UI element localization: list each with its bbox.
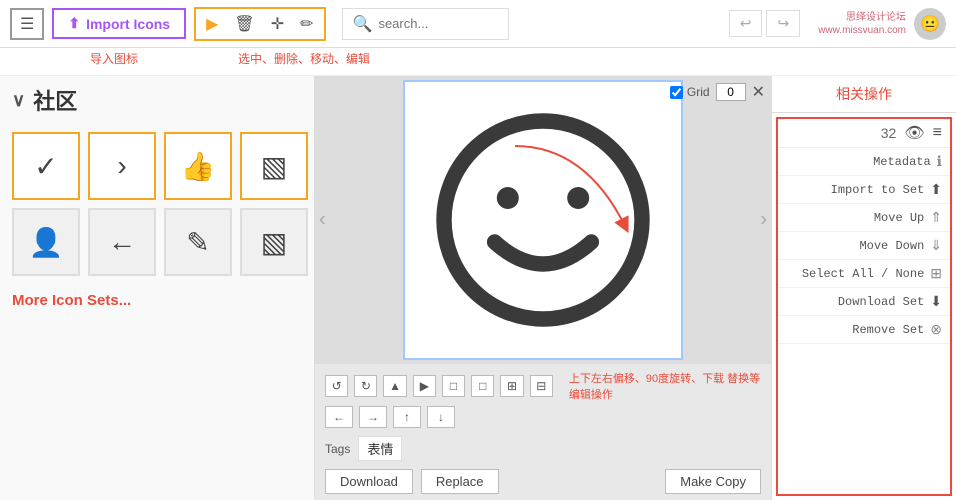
icon-grid: ✓ › 👍 ▧ 👤 ← ✎ ▧ bbox=[0, 124, 314, 284]
tags-row: Tags 表情 bbox=[325, 436, 761, 461]
action-row: Download Replace Make Copy bbox=[325, 469, 761, 494]
import-icons-button[interactable]: ⬆ Import Icons bbox=[52, 8, 186, 39]
move-up-icon[interactable]: ⇑ bbox=[930, 209, 942, 226]
search-input[interactable] bbox=[378, 16, 498, 31]
undo-button[interactable]: ↩ bbox=[729, 10, 763, 37]
icon-cell-check[interactable]: ✓ bbox=[12, 132, 80, 200]
grid-value-input[interactable] bbox=[716, 83, 746, 101]
ctrl-left[interactable]: ← bbox=[325, 406, 353, 428]
icon-cell-arrow-right[interactable]: › bbox=[88, 132, 156, 200]
select-all-icon[interactable]: ⊞ bbox=[930, 265, 942, 282]
control-row-2: ← → ↑ ↓ bbox=[325, 406, 761, 428]
icon-cell-partial[interactable]: ▧ bbox=[240, 132, 308, 200]
canvas-area: Grid ✕ ‹ bbox=[315, 76, 771, 364]
annotation-import: 导入图标 bbox=[90, 50, 138, 67]
icon-cell-person[interactable]: 👤 bbox=[12, 208, 80, 276]
close-button[interactable]: ✕ bbox=[752, 82, 765, 102]
sidebar-header: ∨ 社区 bbox=[0, 76, 314, 124]
site-info: 思绎设计论坛 www.missvuan.com bbox=[818, 11, 906, 37]
canvas-controls: ↺ ↻ ▲ ▶ □ □ ⊞ ⊟ 上下左右偏移、90度旋转、下载 替换等编辑操作 … bbox=[315, 364, 771, 500]
download-set-icon[interactable]: ⬇ bbox=[930, 293, 942, 310]
nav-right-button[interactable]: › bbox=[760, 209, 767, 232]
undo-redo-group: ↩ ↪ bbox=[729, 10, 800, 37]
panel-select-all-row: Select All / None ⊞ bbox=[778, 260, 950, 288]
panel-menu-button[interactable]: ≡ bbox=[933, 124, 942, 142]
grid-checkbox[interactable] bbox=[670, 86, 683, 99]
ctrl-undo[interactable]: ↺ bbox=[325, 375, 348, 397]
ctrl-right[interactable]: → bbox=[359, 406, 387, 428]
download-button[interactable]: Download bbox=[325, 469, 413, 494]
ctrl-square2[interactable]: □ bbox=[471, 375, 494, 397]
tag-value: 表情 bbox=[358, 436, 402, 461]
tools-group: ▶ 🗑 ✛ ✏ bbox=[194, 7, 325, 41]
tool-delete-button[interactable]: 🗑 bbox=[230, 12, 258, 36]
search-icon: 🔍 bbox=[353, 14, 373, 34]
panel-count: 32 bbox=[881, 125, 897, 141]
import-to-set-label: Import to Set bbox=[786, 183, 924, 197]
ctrl-expand[interactable]: ⊞ bbox=[500, 375, 523, 397]
ctrl-square1[interactable]: □ bbox=[442, 375, 465, 397]
ctrl-rotate-right[interactable]: ▶ bbox=[413, 375, 436, 397]
main-content: ∨ 社区 ✓ › 👍 ▧ 👤 ← ✎ ▧ More Icon Sets... G… bbox=[0, 76, 956, 500]
search-box: 🔍 bbox=[342, 8, 510, 40]
tags-label: Tags bbox=[325, 442, 350, 456]
annotation-tools: 选中、删除、移动、编辑 bbox=[238, 50, 370, 67]
panel-move-down-row: Move Down ⇓ bbox=[778, 232, 950, 260]
import-icon: ⬆ bbox=[68, 15, 80, 32]
right-panel: 相关操作 32 👁 ≡ Metadata ℹ Import to Set ⬆ M… bbox=[771, 76, 956, 500]
panel-download-set-row: Download Set ⬇ bbox=[778, 288, 950, 316]
sidebar-section-title: 社区 bbox=[33, 84, 77, 116]
nav-left-button[interactable]: ‹ bbox=[319, 209, 326, 232]
remove-set-icon[interactable]: ⊗ bbox=[930, 321, 942, 338]
tool-move-button[interactable]: ✛ bbox=[267, 12, 288, 36]
move-up-label: Move Up bbox=[786, 211, 924, 225]
right-panel-inner: 32 👁 ≡ Metadata ℹ Import to Set ⬆ Move U… bbox=[776, 117, 952, 496]
main-toolbar: ☰ ⬆ Import Icons ▶ 🗑 ✛ ✏ 🔍 ↩ ↪ 思绎设计论坛 ww… bbox=[0, 0, 956, 48]
panel-eye-button[interactable]: 👁 bbox=[904, 123, 924, 143]
panel-top-row: 32 👁 ≡ bbox=[778, 119, 950, 148]
make-copy-button[interactable]: Make Copy bbox=[665, 469, 761, 494]
remove-set-label: Remove Set bbox=[786, 323, 924, 337]
ctrl-redo[interactable]: ↻ bbox=[354, 375, 377, 397]
avatar[interactable]: 😐 bbox=[914, 8, 946, 40]
annotation-bar: 导入图标 选中、删除、移动、编辑 bbox=[0, 48, 956, 76]
ctrl-down[interactable]: ↓ bbox=[427, 406, 455, 428]
replace-button[interactable]: Replace bbox=[421, 469, 499, 494]
panel-move-up-row: Move Up ⇑ bbox=[778, 204, 950, 232]
ctrl-collapse[interactable]: ⊟ bbox=[530, 375, 553, 397]
icon-cell-arrow-left[interactable]: ← bbox=[88, 208, 156, 276]
panel-metadata-row: Metadata ℹ bbox=[778, 148, 950, 176]
sidebar: ∨ 社区 ✓ › 👍 ▧ 👤 ← ✎ ▧ More Icon Sets... bbox=[0, 76, 315, 500]
chevron-down-icon[interactable]: ∨ bbox=[12, 90, 25, 111]
panel-remove-set-row: Remove Set ⊗ bbox=[778, 316, 950, 344]
right-panel-title: 相关操作 bbox=[772, 76, 956, 113]
ctrl-up[interactable]: ↑ bbox=[393, 406, 421, 428]
control-row-1: ↺ ↻ ▲ ▶ □ □ ⊞ ⊟ 上下左右偏移、90度旋转、下载 替换等编辑操作 bbox=[325, 370, 761, 402]
ctrl-rotate-up[interactable]: ▲ bbox=[383, 375, 406, 397]
more-icon-sets-link[interactable]: More Icon Sets... bbox=[0, 284, 314, 317]
tool-edit-button[interactable]: ✏ bbox=[296, 12, 317, 36]
ctrl-annotation: 上下左右偏移、90度旋转、下载 替换等编辑操作 bbox=[569, 370, 761, 402]
menu-button[interactable]: ☰ bbox=[10, 8, 44, 40]
panel-import-to-set-row: Import to Set ⬆ bbox=[778, 176, 950, 204]
import-to-set-icon[interactable]: ⬆ bbox=[930, 181, 942, 198]
canvas-top-controls: Grid ✕ bbox=[670, 82, 765, 102]
redo-button[interactable]: ↪ bbox=[766, 10, 800, 37]
metadata-label: Metadata bbox=[786, 155, 931, 169]
center-panel: Grid ✕ ‹ bbox=[315, 76, 771, 500]
icon-canvas[interactable] bbox=[403, 80, 683, 360]
import-label: Import Icons bbox=[86, 16, 170, 32]
select-all-label: Select All / None bbox=[786, 267, 924, 281]
metadata-info-icon[interactable]: ℹ bbox=[937, 153, 942, 170]
icon-cell-edit[interactable]: ✎ bbox=[164, 208, 232, 276]
icon-cell-thumbsup[interactable]: 👍 bbox=[164, 132, 232, 200]
move-down-icon[interactable]: ⇓ bbox=[930, 237, 942, 254]
smiley-icon bbox=[433, 110, 653, 330]
download-set-label: Download Set bbox=[786, 295, 924, 309]
grid-label: Grid bbox=[670, 85, 710, 99]
icon-cell-partial2[interactable]: ▧ bbox=[240, 208, 308, 276]
tool-select-button[interactable]: ▶ bbox=[202, 12, 222, 36]
move-down-label: Move Down bbox=[786, 239, 924, 253]
